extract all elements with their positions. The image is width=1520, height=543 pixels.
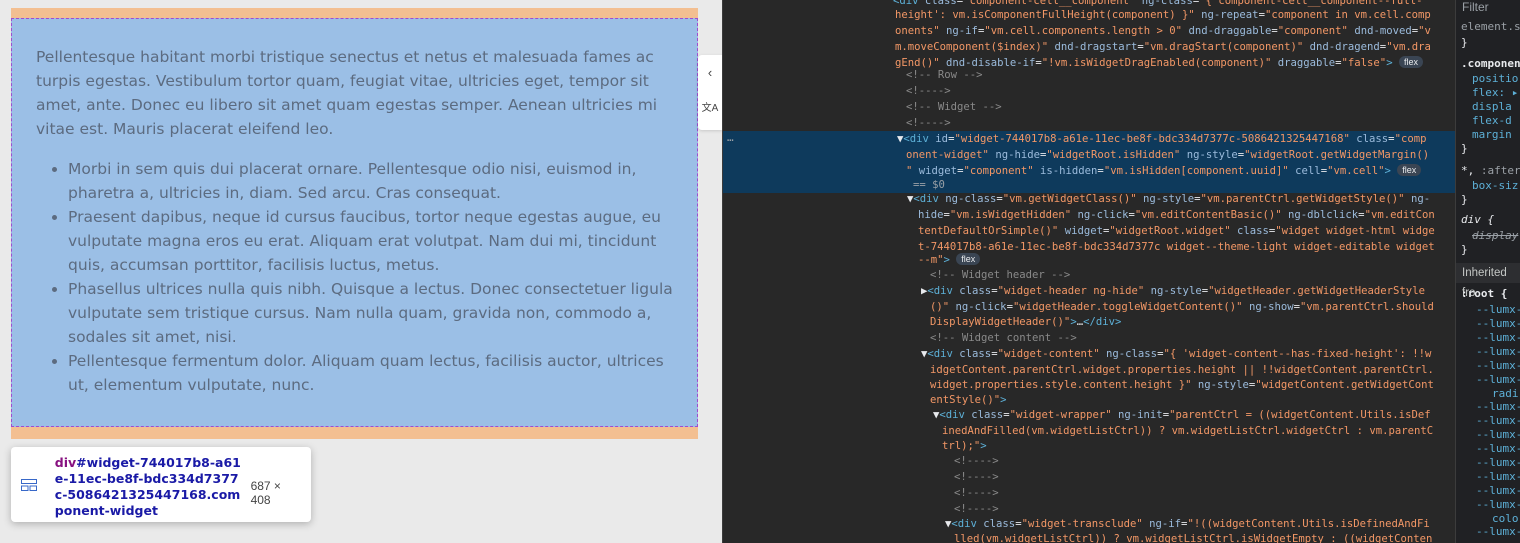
tooltip-tag: div — [54, 455, 77, 470]
tree-line[interactable]: inedAndFilled(vm.widgetListCtrl)) ? vm.w… — [942, 423, 1433, 439]
tree-line[interactable]: DisplayWidgetHeader()">…</div> — [930, 314, 1121, 330]
tree-line[interactable]: trl);"> — [942, 438, 987, 454]
list-item: Phasellus ultrices nulla quis nibh. Quis… — [68, 277, 673, 349]
style-var[interactable]: --lumx- — [1476, 414, 1520, 428]
flex-badge[interactable]: flex — [956, 253, 981, 265]
style-var[interactable]: --lumx- — [1476, 317, 1520, 331]
tree-comment: <!-- Widget header --> — [930, 269, 1071, 281]
style-rule-end: } — [1461, 243, 1468, 256]
style-var[interactable]: colo — [1492, 512, 1519, 526]
tooltip-size: 687 × 408 — [250, 479, 281, 507]
flex-badge[interactable]: flex — [1398, 56, 1423, 68]
elements-tree[interactable]: … <div class="component-cell__component"… — [723, 0, 1455, 543]
devtools-panel: … <div class="component-cell__component"… — [722, 0, 1520, 543]
tree-line[interactable]: --m"> flex — [918, 252, 981, 268]
inherited-header: Inherited fro — [1456, 263, 1520, 299]
style-var[interactable]: --lumx- — [1476, 359, 1520, 373]
style-source[interactable]: element.st — [1461, 20, 1520, 34]
margin-overlay-bottom — [11, 427, 698, 439]
tree-line[interactable]: onents" ng-if="vm.cell.components.length… — [895, 23, 1431, 39]
tree-comment: <!-- Widget content --> — [930, 332, 1077, 344]
tree-comment: <!----> — [954, 455, 999, 467]
tree-line-selected[interactable]: onent-widget" ng-hide="widgetRoot.isHidd… — [906, 147, 1429, 163]
style-var[interactable]: --lumx- — [1476, 345, 1520, 359]
tree-comment: <!-- Row --> — [906, 69, 983, 81]
style-prop[interactable]: positio — [1472, 72, 1518, 86]
tree-comment: <!----> — [954, 503, 999, 515]
style-prop[interactable]: flex: ▸ — [1472, 86, 1518, 100]
tree-line-selected[interactable]: " widget="component" is-hidden="vm.isHid… — [906, 163, 1422, 179]
styles-pane: Filter element.st } .component positio f… — [1455, 0, 1520, 543]
style-selector: .component — [1461, 57, 1520, 70]
styles-filter-input[interactable]: Filter — [1456, 0, 1520, 16]
list-item: Pellentesque fermentum dolor. Aliquam qu… — [68, 349, 673, 397]
style-var[interactable]: --lumx- — [1476, 428, 1520, 442]
style-rule-end: } — [1461, 193, 1468, 206]
style-var[interactable]: --lumx- — [1476, 525, 1520, 539]
tree-line[interactable]: ▼<div class="widget-wrapper" ng-init="pa… — [933, 407, 1431, 423]
widget-list: Morbi in sem quis dui placerat ornare. P… — [36, 157, 673, 397]
style-rule-end: } — [1461, 36, 1468, 49]
style-prop[interactable]: displa — [1472, 100, 1512, 114]
style-var[interactable]: --lumx- — [1476, 442, 1520, 456]
highlighted-widget[interactable]: Pellentesque habitant morbi tristique se… — [11, 18, 698, 427]
tooltip-id: #widget-744017b8-a61e-11ec-be8f-bdc334d7… — [54, 455, 241, 518]
style-selector: *, :after — [1461, 164, 1520, 177]
tree-line[interactable]: ▼<div ng-class="vm.getWidgetClass()" ng-… — [907, 191, 1430, 207]
list-item: Praesent dapibus, neque id cursus faucib… — [68, 205, 673, 277]
tree-line[interactable]: t-744017b8-a61e-11ec-be8f-bdc334d7377c w… — [918, 239, 1435, 255]
translate-icon[interactable]: 文A — [698, 91, 722, 127]
style-var[interactable]: radi — [1492, 387, 1519, 401]
tree-comment: <!----> — [954, 471, 999, 483]
chevron-left-icon[interactable]: ‹ — [698, 55, 722, 91]
style-var[interactable]: --lumx- — [1476, 400, 1520, 414]
tree-line[interactable]: lled(vm.widgetListCtrl)) ? vm.widgetList… — [954, 531, 1432, 543]
list-item: Morbi in sem quis dui placerat ornare. P… — [68, 157, 673, 205]
page-preview: Pellentesque habitant morbi tristique se… — [0, 0, 722, 543]
tree-line-selected[interactable]: ▼<div id="widget-744017b8-a61e-11ec-be8f… — [897, 131, 1426, 147]
style-var[interactable]: --lumx- — [1476, 456, 1520, 470]
style-prop[interactable]: flex-d — [1472, 114, 1512, 128]
inspect-tooltip: div#widget-744017b8-a61e-11ec-be8f-bdc33… — [11, 447, 311, 522]
tree-line[interactable]: m.moveComponent($index)" dnd-dragstart="… — [895, 39, 1431, 55]
tree-line[interactable]: ▶<div class="widget-header ng-hide" ng-s… — [921, 283, 1425, 299]
side-toolbar: ‹ 文A — [698, 55, 722, 130]
flex-badge[interactable]: flex — [1397, 164, 1422, 176]
tree-line[interactable]: ▼<div class="widget-content" ng-class="{… — [921, 346, 1431, 362]
tree-comment: <!----> — [906, 117, 951, 129]
tree-line[interactable]: widget.properties.style.content.height }… — [930, 377, 1434, 393]
tree-line[interactable]: tentDefaultOrSimple()" widget="widgetRoo… — [918, 223, 1435, 239]
more-dots[interactable]: … — [727, 131, 734, 144]
style-var[interactable]: --lumx- — [1476, 498, 1520, 512]
flex-layout-icon — [21, 479, 40, 494]
tree-line[interactable]: ()" ng-click="widgetHeader.toggleWidgetC… — [930, 299, 1434, 315]
style-var[interactable]: --lumx- — [1476, 373, 1520, 387]
widget-paragraph: Pellentesque habitant morbi tristique se… — [36, 48, 658, 138]
tree-comment: <!-- Widget --> — [906, 101, 1002, 113]
tree-line[interactable]: idgetContent.parentCtrl.widget.propertie… — [930, 362, 1434, 378]
tooltip-selector: div#widget-744017b8-a61e-11ec-be8f-bdc33… — [55, 455, 243, 519]
tree-comment: <!----> — [954, 487, 999, 499]
tree-comment: <!----> — [906, 85, 951, 97]
style-var[interactable]: --lumx- — [1476, 470, 1520, 484]
tree-line[interactable]: hide="vm.isWidgetHidden" ng-click="vm.ed… — [918, 207, 1435, 223]
style-prop[interactable]: display — [1472, 229, 1518, 243]
style-var[interactable]: --lumx- — [1476, 331, 1520, 345]
tree-line[interactable]: height': vm.isComponentFullHeight(compon… — [895, 7, 1431, 23]
style-prop[interactable]: margin — [1472, 128, 1512, 142]
style-rule-end: } — [1461, 142, 1468, 155]
tree-line[interactable]: entStyle()"> — [930, 392, 1007, 408]
style-var[interactable]: --lumx- — [1476, 303, 1520, 317]
style-var[interactable]: --lumx- — [1476, 484, 1520, 498]
style-prop[interactable]: box-siz — [1472, 179, 1518, 193]
style-selector: :root { — [1461, 287, 1508, 300]
tree-line[interactable]: ▼<div class="widget-transclude" ng-if="!… — [945, 516, 1430, 532]
style-selector: div { — [1461, 213, 1495, 226]
margin-overlay-top — [11, 8, 698, 18]
